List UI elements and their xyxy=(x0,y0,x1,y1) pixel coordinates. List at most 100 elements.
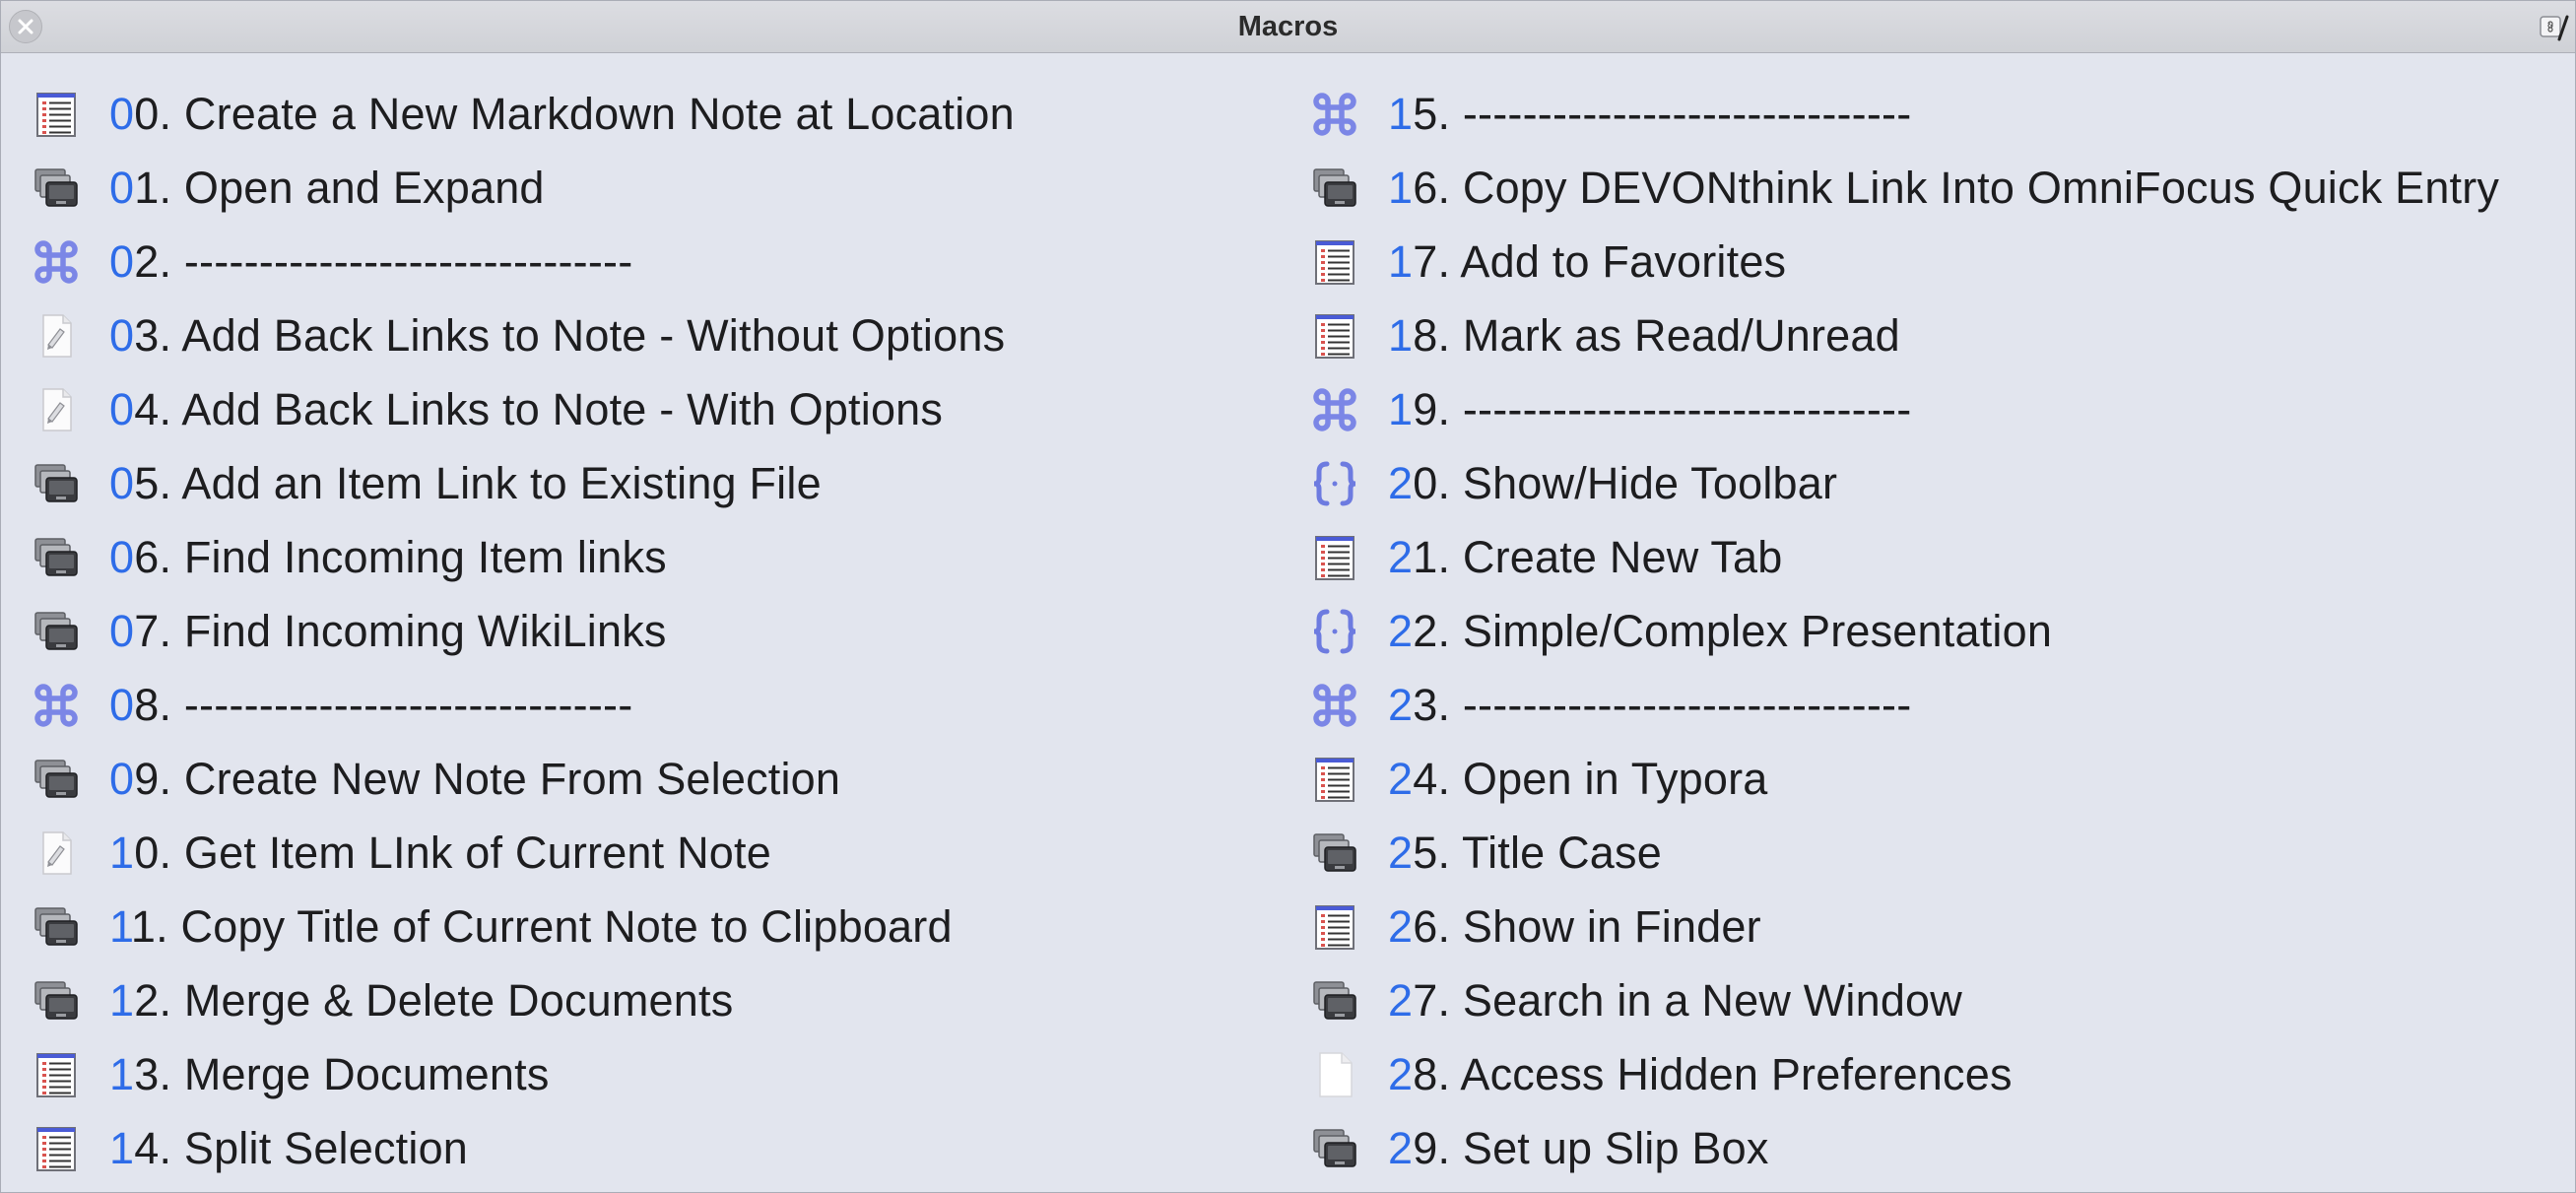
macro-item[interactable]: 05. Add an Item Link to Existing File xyxy=(29,446,1015,520)
macro-item[interactable]: 26. Show in Finder xyxy=(1307,890,2499,963)
macro-item[interactable]: 06. Find Incoming Item links xyxy=(29,520,1015,594)
macro-title: 0. Show/Hide Toolbar xyxy=(1413,457,1838,508)
macro-number-lead: 0 xyxy=(109,383,135,434)
macro-label: 09. Create New Note From Selection xyxy=(109,754,840,805)
macro-number-lead: 0 xyxy=(109,605,135,656)
macro-number-lead: 2 xyxy=(1388,974,1414,1026)
macro-title: 7. Find Incoming WikiLinks xyxy=(134,605,667,656)
macro-label: 06. Find Incoming Item links xyxy=(109,532,667,583)
macro-number-lead: 2 xyxy=(1388,1048,1414,1099)
macro-item[interactable]: 27. Search in a New Window xyxy=(1307,963,2499,1037)
macro-item[interactable]: 28. Access Hidden Preferences xyxy=(1307,1037,2499,1111)
macro-number-lead: 0 xyxy=(109,531,135,582)
macro-title: 0. Create a New Markdown Note at Locatio… xyxy=(134,88,1015,139)
command-icon xyxy=(1307,87,1362,142)
list-icon xyxy=(1307,899,1362,955)
macro-item[interactable]: 11. Copy Title of Current Note to Clipbo… xyxy=(29,890,1015,963)
applescript-icon xyxy=(29,161,84,216)
macro-title: 4. Open in Typora xyxy=(1413,753,1768,804)
macro-item[interactable]: 23. ------------------------------ xyxy=(1307,668,2499,742)
list-icon xyxy=(29,87,84,142)
macro-number-lead: 1 xyxy=(1388,235,1414,287)
macro-item[interactable]: 25. Title Case xyxy=(1307,816,2499,890)
macro-label: 18. Mark as Read/Unread xyxy=(1388,310,1900,362)
macro-item[interactable]: 20. Show/Hide Toolbar xyxy=(1307,446,2499,520)
macro-item[interactable]: 08. ------------------------------ xyxy=(29,668,1015,742)
close-button[interactable] xyxy=(9,10,42,43)
macro-item[interactable]: 15. ------------------------------ xyxy=(1307,77,2499,151)
macro-label: 28. Access Hidden Preferences xyxy=(1388,1049,2013,1100)
macro-title: 3. Add Back Links to Note - Without Opti… xyxy=(134,309,1006,361)
macro-title: 7. Add to Favorites xyxy=(1413,235,1787,287)
edit-macros-button[interactable] xyxy=(2540,13,2569,42)
macro-item[interactable]: 14. Split Selection xyxy=(29,1111,1015,1185)
blank-doc-icon xyxy=(1307,1047,1362,1102)
macro-title: 2. Merge & Delete Documents xyxy=(134,974,734,1026)
macro-label: 07. Find Incoming WikiLinks xyxy=(109,606,667,657)
macro-title: 7. Search in a New Window xyxy=(1413,974,1962,1026)
script-doc-icon xyxy=(29,382,84,437)
macro-item[interactable]: 00. Create a New Markdown Note at Locati… xyxy=(29,77,1015,151)
command-icon xyxy=(1307,382,1362,437)
macro-item[interactable]: 24. Open in Typora xyxy=(1307,742,2499,816)
macro-item[interactable]: 09. Create New Note From Selection xyxy=(29,742,1015,816)
macro-title: 3. Merge Documents xyxy=(134,1048,550,1099)
macro-item[interactable]: 13. Merge Documents xyxy=(29,1037,1015,1111)
list-icon xyxy=(29,1121,84,1176)
macro-item[interactable]: 01. Open and Expand xyxy=(29,151,1015,225)
macro-number-lead: 2 xyxy=(1388,679,1414,730)
applescript-icon xyxy=(29,456,84,511)
list-icon xyxy=(1307,308,1362,364)
applescript-icon xyxy=(29,752,84,807)
macro-number-lead: 1 xyxy=(109,900,131,952)
applescript-icon xyxy=(29,530,84,585)
macro-item[interactable]: 04. Add Back Links to Note - With Option… xyxy=(29,372,1015,446)
macro-item[interactable]: 17. Add to Favorites xyxy=(1307,225,2499,298)
macro-label: 14. Split Selection xyxy=(109,1123,468,1174)
macro-label: 01. Open and Expand xyxy=(109,163,545,214)
macro-item[interactable]: 07. Find Incoming WikiLinks xyxy=(29,594,1015,668)
macro-item[interactable]: 12. Merge & Delete Documents xyxy=(29,963,1015,1037)
macro-label: 17. Add to Favorites xyxy=(1388,236,1786,288)
macro-title: 1. Create New Tab xyxy=(1413,531,1783,582)
macro-label: 25. Title Case xyxy=(1388,828,1662,879)
applescript-icon xyxy=(1307,973,1362,1028)
macro-number-lead: 1 xyxy=(109,1122,135,1173)
macro-title: 4. Add Back Links to Note - With Options xyxy=(134,383,944,434)
macro-number-lead: 1 xyxy=(1388,162,1414,213)
macro-number-lead: 0 xyxy=(109,88,135,139)
macro-label: 12. Merge & Delete Documents xyxy=(109,975,733,1027)
close-icon xyxy=(18,19,33,34)
macro-item[interactable]: 19. ------------------------------ xyxy=(1307,372,2499,446)
macro-title: 2. ------------------------------ xyxy=(134,235,633,287)
macro-item[interactable]: 21. Create New Tab xyxy=(1307,520,2499,594)
macro-item[interactable]: 10. Get Item LInk of Current Note xyxy=(29,816,1015,890)
macro-item[interactable]: 22. Simple/Complex Presentation xyxy=(1307,594,2499,668)
macro-label: 23. ------------------------------ xyxy=(1388,680,1911,731)
macro-item[interactable]: 29. Set up Slip Box xyxy=(1307,1111,2499,1185)
braces-icon xyxy=(1307,604,1362,659)
macro-label: 22. Simple/Complex Presentation xyxy=(1388,606,2052,657)
window-title: Macros xyxy=(1237,10,1339,42)
macro-number-lead: 2 xyxy=(1388,1122,1414,1173)
macro-label: 13. Merge Documents xyxy=(109,1049,550,1100)
macro-number-lead: 2 xyxy=(1388,457,1414,508)
list-icon xyxy=(1307,752,1362,807)
macro-item[interactable]: 16. Copy DEVONthink Link Into OmniFocus … xyxy=(1307,151,2499,225)
macro-title: 2. Simple/Complex Presentation xyxy=(1413,605,2053,656)
script-doc-icon xyxy=(29,308,84,364)
macro-number-lead: 0 xyxy=(109,162,135,213)
macro-item[interactable]: 02. ------------------------------ xyxy=(29,225,1015,298)
macro-title: 3. ------------------------------ xyxy=(1413,679,1912,730)
macro-item[interactable]: 18. Mark as Read/Unread xyxy=(1307,298,2499,372)
macros-window: Macros 00. Create a New Markdown Note at… xyxy=(0,0,2576,1193)
macro-number-lead: 0 xyxy=(109,753,135,804)
applescript-icon xyxy=(1307,1121,1362,1176)
macro-number-lead: 1 xyxy=(1388,88,1414,139)
macro-title: 9. ------------------------------ xyxy=(1413,383,1912,434)
pencil-icon xyxy=(2540,15,2569,41)
macro-number-lead: 0 xyxy=(109,457,135,508)
macro-number-lead: 1 xyxy=(1388,383,1414,434)
macro-item[interactable]: 03. Add Back Links to Note - Without Opt… xyxy=(29,298,1015,372)
macro-title: 4. Split Selection xyxy=(134,1122,469,1173)
